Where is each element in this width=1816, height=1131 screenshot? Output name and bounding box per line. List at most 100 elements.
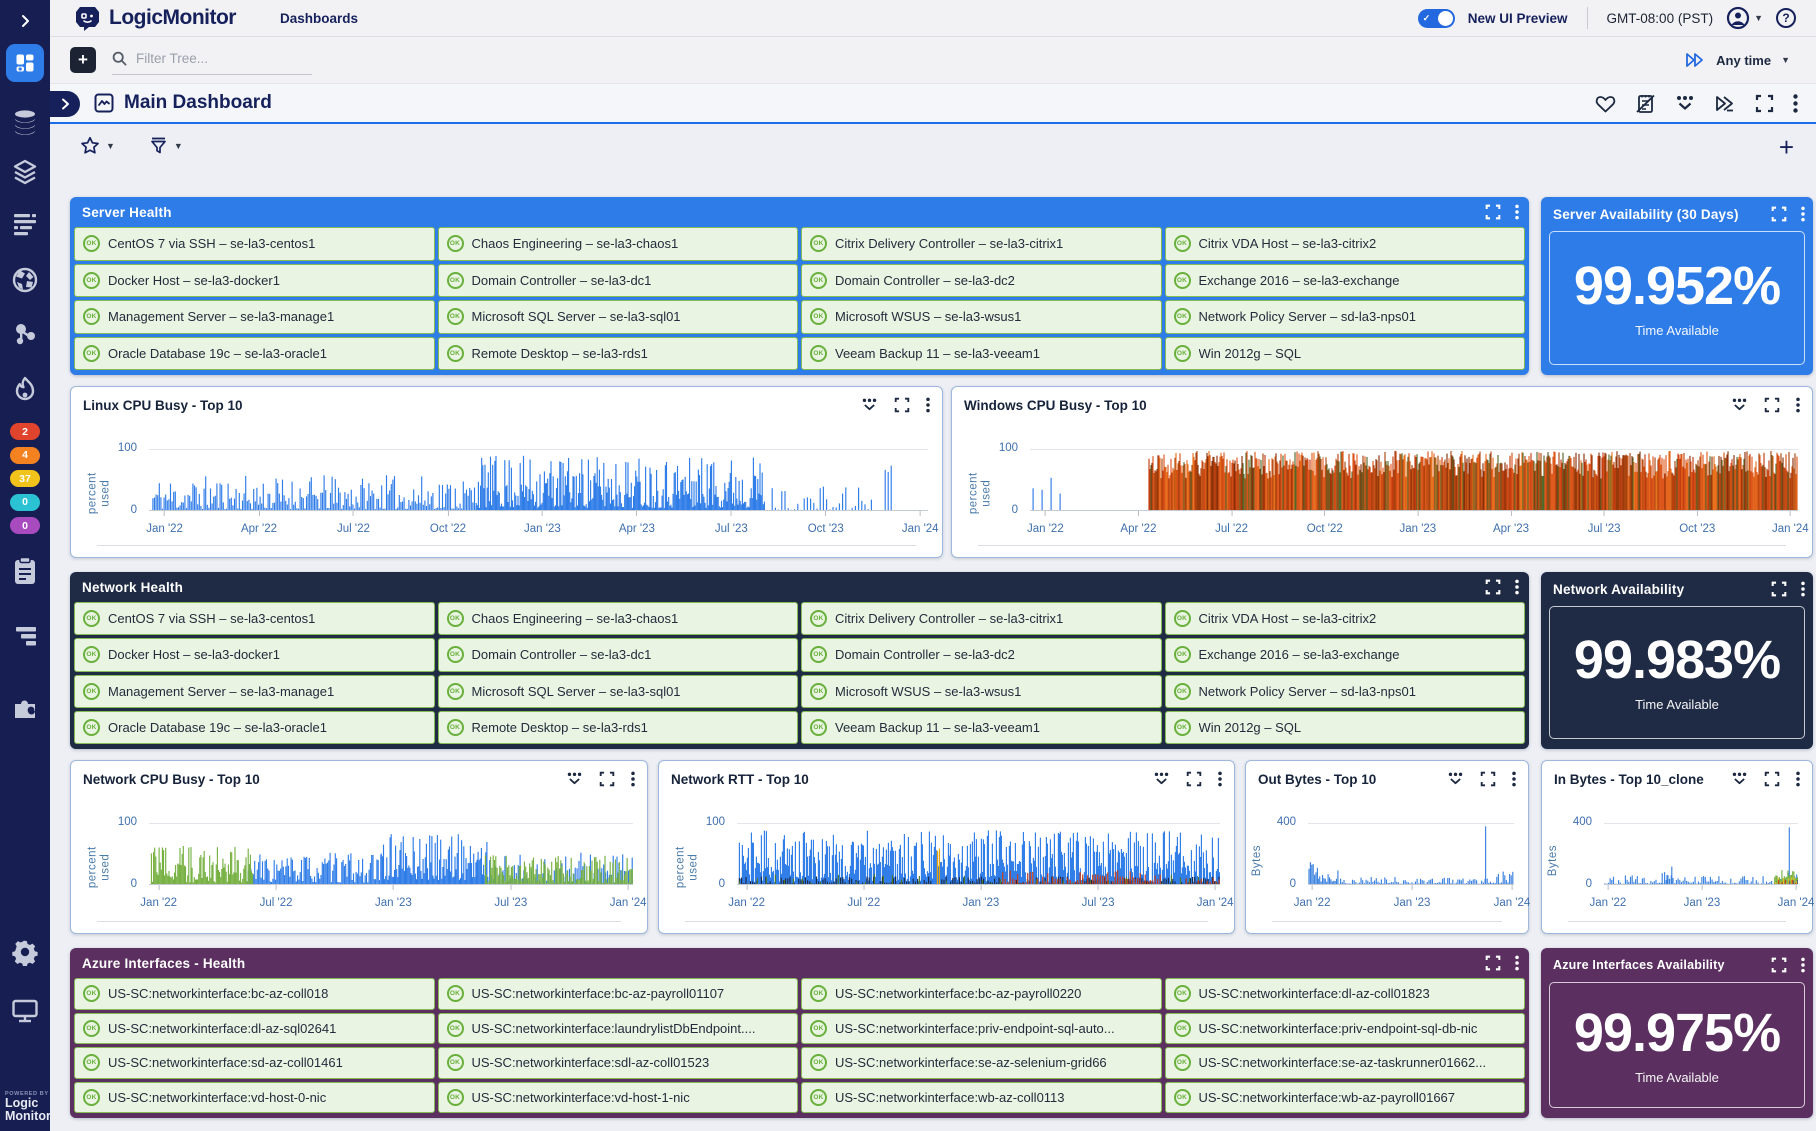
- favorites-filter[interactable]: ▼: [80, 136, 115, 156]
- health-item[interactable]: OKWin 2012g – SQL: [1165, 711, 1526, 744]
- health-item[interactable]: OKNetwork Policy Server – sd-la3-nps01: [1165, 300, 1526, 334]
- fullscreen-icon[interactable]: [1771, 206, 1787, 222]
- add-dashboard-button[interactable]: +: [70, 47, 96, 73]
- chart-plot-area[interactable]: percent used 100 0 Jan '22Jul '22Jan '23…: [71, 797, 647, 933]
- kebab-menu-icon[interactable]: [1515, 579, 1519, 595]
- health-item[interactable]: OKCentOS 7 via SSH – se-la3-centos1: [74, 602, 435, 635]
- kebab-menu-icon[interactable]: [926, 397, 930, 413]
- fullscreen-icon[interactable]: [1485, 579, 1501, 595]
- fullscreen-icon[interactable]: [1480, 771, 1496, 787]
- help-icon[interactable]: ?: [1776, 8, 1796, 28]
- kebab-menu-icon[interactable]: [1796, 397, 1800, 413]
- kebab-menu-icon[interactable]: [1515, 204, 1519, 220]
- sidebar-item-remote-session[interactable]: [0, 998, 50, 1024]
- favorite-heart-icon[interactable]: [1595, 94, 1616, 113]
- sidebar-item-settings[interactable]: [0, 938, 50, 966]
- user-menu[interactable]: ▼: [1726, 6, 1763, 30]
- sidebar-item-service-insight[interactable]: [0, 320, 50, 348]
- kebab-menu-icon[interactable]: [1796, 771, 1800, 787]
- health-item[interactable]: OKDomain Controller – se-la3-dc1: [438, 638, 799, 671]
- add-widget-button[interactable]: +: [1779, 136, 1794, 158]
- kebab-menu-icon[interactable]: [1512, 771, 1516, 787]
- health-item[interactable]: OKUS-SC:networkinterface:bc-az-payroll02…: [801, 978, 1162, 1010]
- health-item[interactable]: OKUS-SC:networkinterface:bc-az-payroll01…: [438, 978, 799, 1010]
- health-item[interactable]: OKOracle Database 19c – se-la3-oracle1: [74, 711, 435, 744]
- sidebar-item-modules[interactable]: [0, 158, 50, 186]
- health-item[interactable]: OKUS-SC:networkinterface:vd-host-1-nic: [438, 1082, 799, 1114]
- widget-summary-icon[interactable]: [566, 771, 583, 787]
- fullscreen-icon[interactable]: [1755, 94, 1774, 113]
- alert-badge-0[interactable]: 2: [10, 423, 40, 440]
- health-item[interactable]: OKChaos Engineering – se-la3-chaos1: [438, 227, 799, 261]
- alert-badge-2[interactable]: 37: [10, 470, 40, 487]
- kebab-menu-icon[interactable]: [1793, 94, 1798, 113]
- health-item[interactable]: OKNetwork Policy Server – sd-la3-nps01: [1165, 675, 1526, 708]
- kebab-menu-icon[interactable]: [1801, 206, 1805, 222]
- fullscreen-icon[interactable]: [1764, 771, 1780, 787]
- health-item[interactable]: OKMicrosoft SQL Server – se-la3-sql01: [438, 675, 799, 708]
- time-range-selector[interactable]: Any time: [1716, 53, 1771, 68]
- health-item[interactable]: OKManagement Server – se-la3-manage1: [74, 300, 435, 334]
- fullscreen-icon[interactable]: [1764, 397, 1780, 413]
- health-item[interactable]: OKDomain Controller – se-la3-dc1: [438, 264, 799, 298]
- health-item[interactable]: OKCitrix Delivery Controller – se-la3-ci…: [801, 227, 1162, 261]
- health-item[interactable]: OKUS-SC:networkinterface:priv-endpoint-s…: [801, 1013, 1162, 1045]
- health-item[interactable]: OKUS-SC:networkinterface:sd-az-coll01461: [74, 1047, 435, 1079]
- health-item[interactable]: OKCitrix VDA Host – se-la3-citrix2: [1165, 602, 1526, 635]
- health-item[interactable]: OKChaos Engineering – se-la3-chaos1: [438, 602, 799, 635]
- sidebar-item-dashboards[interactable]: [6, 44, 44, 82]
- health-item[interactable]: OKUS-SC:networkinterface:se-az-taskrunne…: [1165, 1047, 1526, 1079]
- health-item[interactable]: OKDocker Host – se-la3-docker1: [74, 638, 435, 671]
- health-item[interactable]: OKVeeam Backup 11 – se-la3-veeam1: [801, 711, 1162, 744]
- health-item[interactable]: OKUS-SC:networkinterface:wb-az-payroll01…: [1165, 1082, 1526, 1114]
- health-item[interactable]: OKRemote Desktop – se-la3-rds1: [438, 711, 799, 744]
- fullscreen-icon[interactable]: [1771, 581, 1787, 597]
- fullscreen-icon[interactable]: [894, 397, 910, 413]
- fullscreen-icon[interactable]: [1485, 204, 1501, 220]
- sidebar-item-resources[interactable]: [0, 108, 50, 138]
- sidebar-expand-icon[interactable]: [0, 10, 50, 32]
- chart-plot-area[interactable]: percent used 100 0 Jan '22Apr '22Jul '22…: [71, 423, 942, 557]
- health-item[interactable]: OKVeeam Backup 11 – se-la3-veeam1: [801, 337, 1162, 371]
- health-item[interactable]: OKExchange 2016 – se-la3-exchange: [1165, 638, 1526, 671]
- widget-summary-icon[interactable]: [1447, 771, 1464, 787]
- sidebar-item-reports[interactable]: [0, 556, 50, 586]
- kebab-menu-icon[interactable]: [1515, 955, 1519, 971]
- health-item[interactable]: OKMicrosoft WSUS – se-la3-wsus1: [801, 675, 1162, 708]
- widget-summary-icon[interactable]: [861, 397, 878, 413]
- health-item[interactable]: OKUS-SC:networkinterface:priv-endpoint-s…: [1165, 1013, 1526, 1045]
- fullscreen-icon[interactable]: [1186, 771, 1202, 787]
- health-item[interactable]: OKUS-SC:networkinterface:laundrylistDbEn…: [438, 1013, 799, 1045]
- fast-forward-icon[interactable]: [1684, 51, 1706, 69]
- sidebar-item-mapping[interactable]: [0, 266, 50, 294]
- health-item[interactable]: OKCentOS 7 via SSH – se-la3-centos1: [74, 227, 435, 261]
- widget-summary-icon[interactable]: [1731, 397, 1748, 413]
- health-item[interactable]: OKCitrix VDA Host – se-la3-citrix2: [1165, 227, 1526, 261]
- kebab-menu-icon[interactable]: [1218, 771, 1222, 787]
- health-item[interactable]: OKMicrosoft SQL Server – se-la3-sql01: [438, 300, 799, 334]
- health-item[interactable]: OKUS-SC:networkinterface:bc-az-coll018: [74, 978, 435, 1010]
- widget-summary-icon[interactable]: [1153, 771, 1170, 787]
- filter-tree-input[interactable]: Filter Tree...: [112, 45, 312, 75]
- chart-plot-area[interactable]: Bytes 400 0 Jan '22Jan '23Jan '24: [1542, 797, 1812, 933]
- health-item[interactable]: OKUS-SC:networkinterface:dl-az-sql02641: [74, 1013, 435, 1045]
- nav-dashboards[interactable]: Dashboards: [280, 11, 358, 26]
- health-item[interactable]: OKWin 2012g – SQL: [1165, 337, 1526, 371]
- health-item[interactable]: OKDomain Controller – se-la3-dc2: [801, 638, 1162, 671]
- health-item[interactable]: OKUS-SC:networkinterface:wb-az-coll0113: [801, 1082, 1162, 1114]
- widget-summary-icon[interactable]: [1731, 771, 1748, 787]
- sidebar-item-exchange[interactable]: [0, 694, 50, 722]
- health-item[interactable]: OKExchange 2016 – se-la3-exchange: [1165, 264, 1526, 298]
- sidebar-item-dashboards-classic[interactable]: [0, 625, 50, 649]
- chart-plot-area[interactable]: percent used 100 0 Jan '22Jul '22Jan '23…: [659, 797, 1234, 933]
- collapse-tree-button[interactable]: [50, 91, 80, 117]
- kebab-menu-icon[interactable]: [1801, 581, 1805, 597]
- alert-badge-4[interactable]: 0: [10, 517, 40, 534]
- health-item[interactable]: OKCitrix Delivery Controller – se-la3-ci…: [801, 602, 1162, 635]
- widget-summary-icon[interactable]: [1675, 94, 1695, 113]
- widget-filter[interactable]: ▼: [149, 136, 183, 155]
- chevron-down-icon[interactable]: ▼: [1781, 55, 1790, 65]
- chart-plot-area[interactable]: percent used 100 0 Jan '22Apr '22Jul '22…: [952, 423, 1812, 557]
- health-item[interactable]: OKDomain Controller – se-la3-dc2: [801, 264, 1162, 298]
- fullscreen-icon[interactable]: [1771, 957, 1787, 973]
